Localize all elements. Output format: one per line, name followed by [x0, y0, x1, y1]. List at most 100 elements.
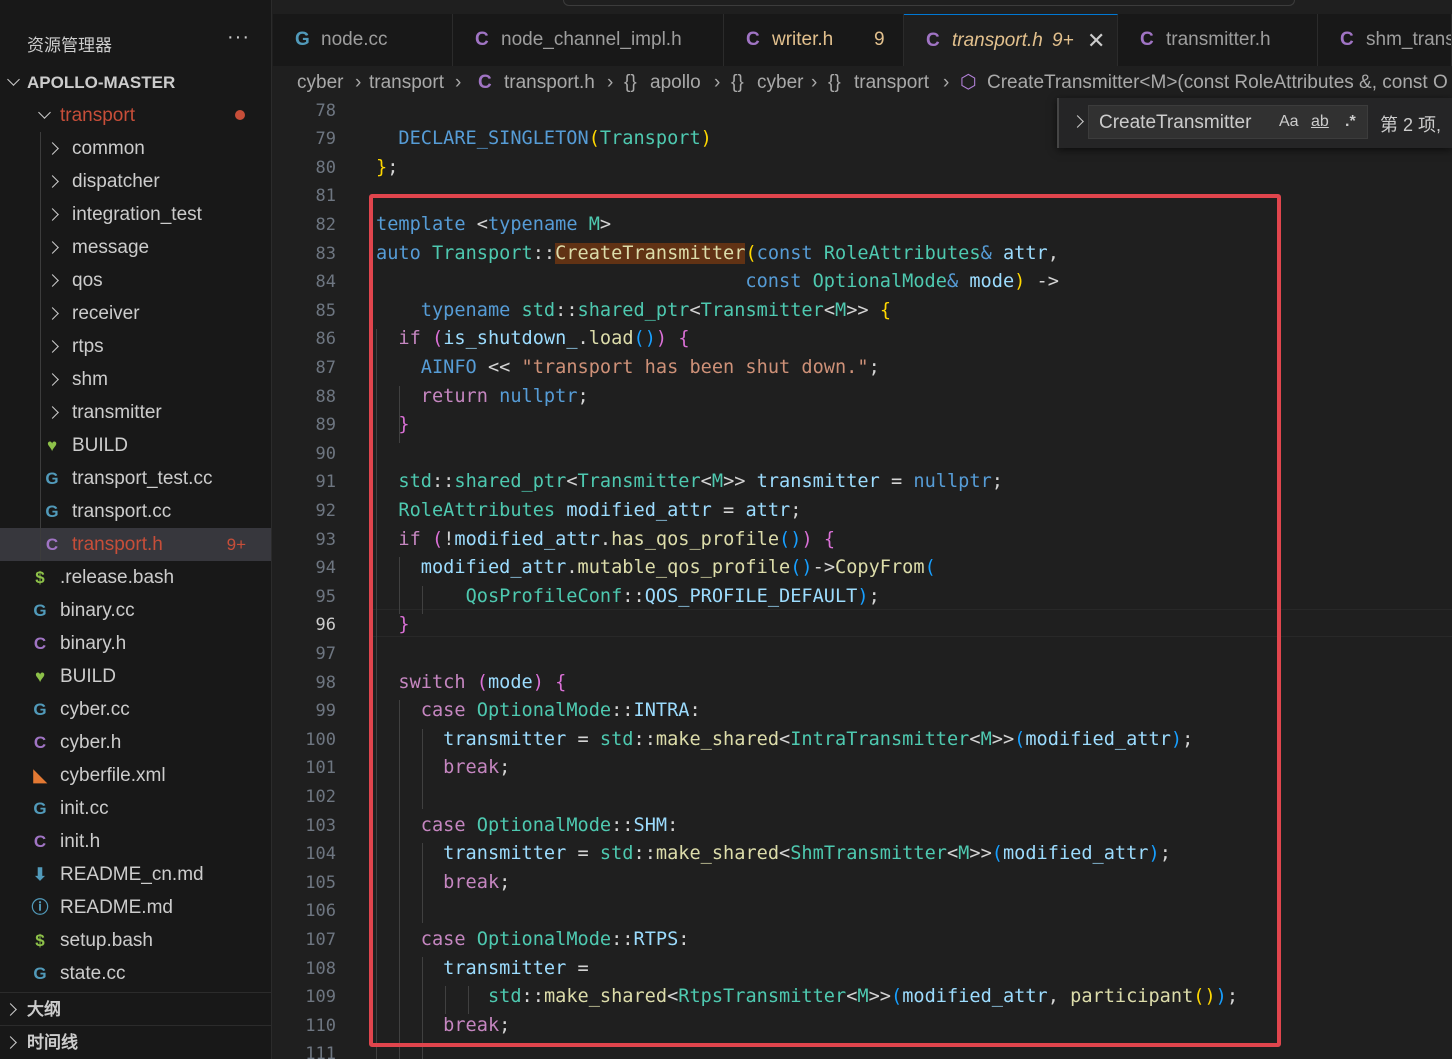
more-actions-icon[interactable]: ··· — [227, 26, 250, 49]
code-line[interactable]: 108 transmitter = — [273, 955, 1452, 984]
breadcrumb-item-apollo[interactable]: apollo — [650, 66, 701, 100]
breadcrumb-item-cyber-ns[interactable]: cyber — [757, 66, 803, 100]
tree-item[interactable]: ◣ cyberfile.xml — [0, 759, 271, 792]
code-line[interactable]: 107 case OptionalMode::RTPS: — [273, 926, 1452, 955]
tree-item[interactable]: Gstate.cc — [0, 957, 271, 990]
code-line[interactable]: 92 RoleAttributes modified_attr = attr; — [273, 497, 1452, 526]
line-number: 94 — [315, 558, 336, 579]
breadcrumb-item-transport[interactable]: transport — [369, 66, 444, 100]
code-line[interactable]: 81 — [273, 182, 1452, 211]
tree-item[interactable]: Gcyber.cc — [0, 693, 271, 726]
code-text: RoleAttributes modified_attr = attr; — [398, 499, 802, 521]
tree-item-label: binary.cc — [60, 600, 135, 621]
tree-item[interactable]: Gbinary.cc — [0, 594, 271, 627]
tree-item[interactable]: ⬇ README_cn.md — [0, 858, 271, 891]
tree-item-label: cyber.h — [60, 732, 122, 753]
code-line[interactable]: 82 template <typename M> — [273, 211, 1452, 240]
code-line[interactable]: 105 break; — [273, 869, 1452, 898]
breadcrumb-separator: › — [943, 72, 950, 93]
line-number: 81 — [315, 186, 336, 207]
close-icon[interactable]: ✕ — [1087, 15, 1105, 66]
code-line[interactable]: 83 auto Transport::CreateTransmitter(cons… — [273, 240, 1452, 269]
chevron-right-icon — [46, 208, 59, 221]
breadcrumb-item-symbol[interactable]: CreateTransmitter<M>(const RoleAttribute… — [987, 66, 1448, 100]
tree-item[interactable]: $ .release.bash — [0, 561, 271, 594]
tree-item[interactable]: Cbinary.h — [0, 627, 271, 660]
tree-item-label: common — [72, 138, 145, 159]
code-line[interactable]: 109 std::make_shared<RtpsTransmitter<M>>… — [273, 983, 1452, 1012]
code-line[interactable]: 87 AINFO << "transport has been shut dow… — [273, 354, 1452, 383]
code-text: case OptionalMode::INTRA: — [420, 700, 701, 722]
line-number: 96 — [315, 615, 336, 636]
code-line[interactable]: 84 const OptionalMode& mode) -> — [273, 268, 1452, 297]
code-line[interactable]: 106 — [273, 897, 1452, 926]
line-number: 106 — [305, 901, 336, 922]
code-line[interactable]: 90 — [273, 440, 1452, 469]
code-line[interactable]: 86 if (is_shutdown_.load()) { — [273, 325, 1452, 354]
code-line[interactable]: 98 switch (mode) { — [273, 669, 1452, 698]
code-text: DECLARE_SINGLETON(Transport) — [398, 128, 712, 150]
line-number: 92 — [315, 500, 336, 521]
code-line[interactable]: 93 if (!modified_attr.has_qos_profile())… — [273, 526, 1452, 555]
outline-section[interactable]: 大纲 — [0, 992, 271, 1026]
code-line[interactable]: 100 transmitter = std::make_shared<Intra… — [273, 726, 1452, 755]
tab-label: node_channel_impl.h — [501, 29, 682, 50]
match-whole-word-icon[interactable]: ab — [1311, 113, 1329, 131]
line-number: 105 — [305, 872, 336, 893]
code-text: auto Transport::CreateTransmitter(const … — [376, 242, 1059, 264]
match-case-icon[interactable]: Aa — [1279, 113, 1299, 131]
line-number: 99 — [315, 701, 336, 722]
timeline-label: 时间线 — [27, 1033, 78, 1052]
code-line[interactable]: 89 } — [273, 411, 1452, 440]
code-text: std::make_shared<RtpsTransmitter<M>>(mod… — [487, 986, 1239, 1008]
breadcrumb-item-transport-ns[interactable]: transport — [854, 66, 929, 100]
code-line[interactable]: 80}; — [273, 154, 1452, 183]
tab-shm-trans[interactable]: Cshm_trans — [1318, 14, 1452, 66]
breadcrumb-item-file[interactable]: transport.h — [504, 66, 595, 100]
code-text: template <typename M> — [376, 213, 612, 235]
code-line[interactable]: 110 break; — [273, 1012, 1452, 1041]
find-input[interactable]: CreateTransmitter Aa ab .* — [1088, 105, 1368, 139]
tree-item-label: README_cn.md — [60, 864, 204, 885]
code-line[interactable]: 96 } — [273, 611, 1452, 640]
tab-transport-h[interactable]: Ctransport.h 9+ ✕ — [904, 14, 1118, 66]
cpp-file-icon: G — [45, 469, 59, 488]
tree-item[interactable]: Ccyber.h — [0, 726, 271, 759]
code-line[interactable]: 95 QosProfileConf::QOS_PROFILE_DEFAULT); — [273, 583, 1452, 612]
tree-item[interactable]: Cinit.h — [0, 825, 271, 858]
tab-node-channel-impl-h[interactable]: Cnode_channel_impl.h — [453, 14, 724, 66]
code-line[interactable]: 85 typename std::shared_ptr<Transmitter<… — [273, 297, 1452, 326]
code-line[interactable]: 104 transmitter = std::make_shared<ShmTr… — [273, 840, 1452, 869]
code-text: const OptionalMode& mode) -> — [745, 271, 1059, 293]
tree-item[interactable]: Ginit.cc — [0, 792, 271, 825]
command-center[interactable] — [563, 0, 1295, 6]
code-line[interactable]: 111 — [273, 1040, 1452, 1059]
code-line[interactable]: 102 — [273, 783, 1452, 812]
toggle-replace-icon[interactable] — [1071, 115, 1084, 128]
tab-transmitter-h[interactable]: Ctransmitter.h — [1118, 14, 1318, 66]
code-line[interactable]: 101 break; — [273, 754, 1452, 783]
workspace-root[interactable]: APOLLO-MASTER — [0, 66, 271, 99]
chevron-down-icon — [7, 73, 20, 86]
code-line[interactable]: 103 case OptionalMode::SHM: — [273, 812, 1452, 841]
tree-item[interactable]: $ setup.bash — [0, 924, 271, 957]
code-text: modified_attr.mutable_qos_profile()->Cop… — [420, 557, 936, 579]
code-line[interactable]: 97 — [273, 640, 1452, 669]
code-line[interactable]: 91 std::shared_ptr<Transmitter<M>> trans… — [273, 468, 1452, 497]
tree-item[interactable]: ♥ BUILD — [0, 660, 271, 693]
c-header-file-icon: C — [1140, 29, 1154, 50]
breadcrumb-item-cyber[interactable]: cyber — [297, 66, 343, 100]
tree-item[interactable]: ⓘ README.md — [0, 891, 271, 924]
code-line[interactable]: 94 modified_attr.mutable_qos_profile()->… — [273, 554, 1452, 583]
tab-node-cc[interactable]: Gnode.cc — [273, 14, 453, 66]
tab-label: node.cc — [321, 29, 388, 50]
tree-indent-guide — [40, 132, 41, 561]
code-line[interactable]: 88 return nullptr; — [273, 383, 1452, 412]
tab-writer-h[interactable]: Cwriter.h 9 — [724, 14, 904, 66]
code-editor[interactable]: 78 79 DECLARE_SINGLETON(Transport) 80}; 81 8… — [273, 100, 1452, 1059]
timeline-section[interactable]: 时间线 — [0, 1025, 271, 1059]
breadcrumb-separator: › — [355, 72, 362, 93]
code-line[interactable]: 99 case OptionalMode::INTRA: — [273, 697, 1452, 726]
regex-icon[interactable]: .* — [1345, 113, 1356, 131]
tree-item[interactable]: transport — [0, 99, 271, 132]
